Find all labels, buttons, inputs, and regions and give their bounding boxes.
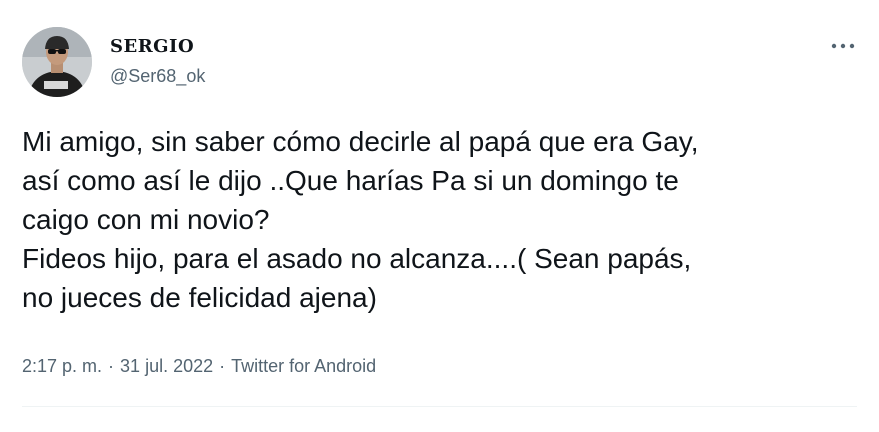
tweet-date[interactable]: 31 jul. 2022 (120, 356, 213, 377)
tweet-card: SERGIO @Ser68_ok Mi amigo, sin saber cóm… (0, 0, 879, 432)
tweet-text: Mi amigo, sin saber cómo decirle al papá… (22, 126, 699, 313)
tweet-meta: 2:17 p. m. · 31 jul. 2022 · Twitter for … (22, 356, 376, 377)
meta-separator: · (108, 356, 115, 376)
tweet-time[interactable]: 2:17 p. m. (22, 356, 102, 377)
more-options-button[interactable] (829, 37, 857, 55)
user-handle[interactable]: @Ser68_ok (110, 66, 205, 87)
more-horizontal-icon (831, 43, 855, 49)
divider (22, 406, 857, 407)
avatar-image (22, 27, 92, 97)
avatar[interactable] (22, 27, 92, 97)
tweet-source[interactable]: Twitter for Android (231, 356, 376, 377)
display-name[interactable]: SERGIO (110, 36, 194, 57)
meta-separator: · (219, 356, 226, 376)
